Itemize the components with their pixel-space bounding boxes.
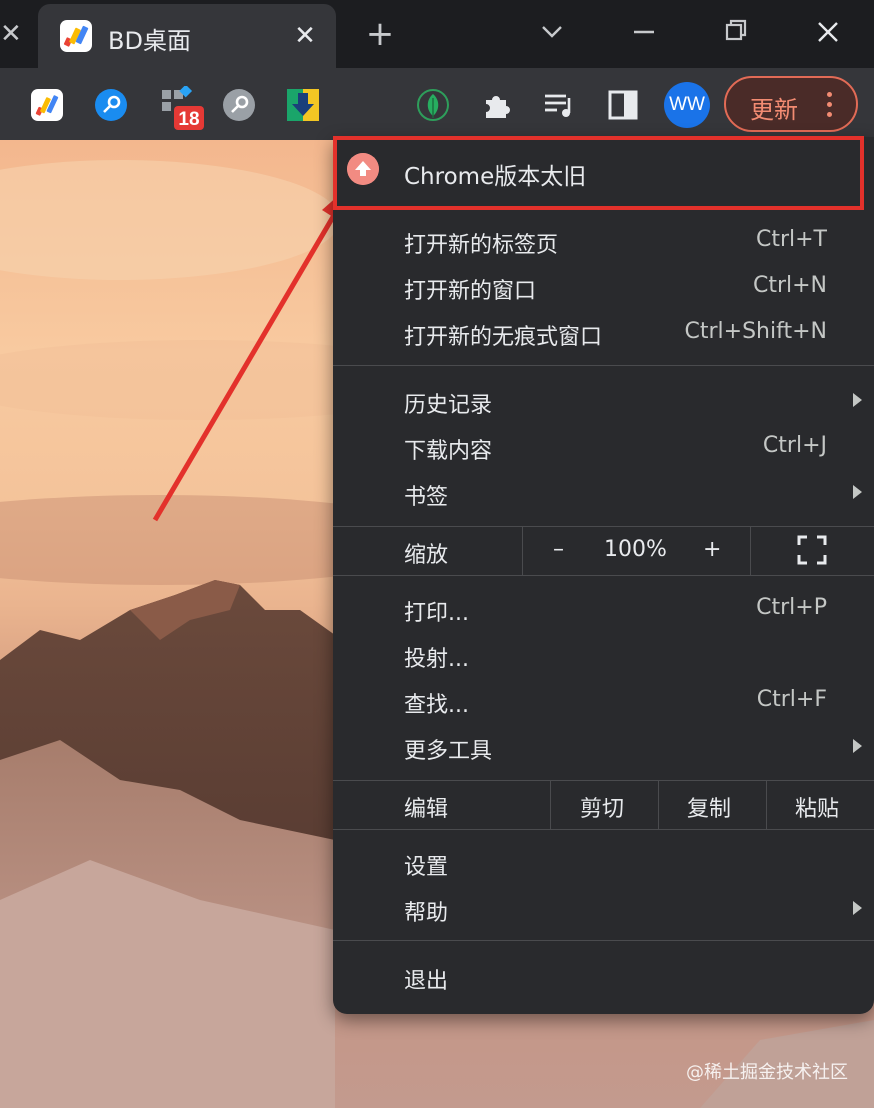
- menu-item-shortcut: Ctrl+Shift+N: [684, 319, 827, 344]
- submenu-arrow-icon: [853, 901, 862, 915]
- annotation-highlight-box: [333, 136, 864, 210]
- edit-divider: [766, 781, 767, 829]
- submenu-arrow-icon: [853, 485, 862, 499]
- menu-item-label: 打印...: [404, 601, 469, 626]
- zoom-out-button[interactable]: –: [553, 537, 564, 562]
- copy-button[interactable]: 复制: [687, 791, 731, 823]
- menu-item-downloads[interactable]: 下载内容 Ctrl+J: [333, 424, 874, 470]
- menu-item-new-window[interactable]: 打开新的窗口 Ctrl+N: [333, 264, 874, 310]
- chrome-menu: Chrome版本太旧 打开新的标签页 Ctrl+T 打开新的窗口 Ctrl+N …: [333, 137, 874, 1014]
- zoom-label: 缩放: [404, 543, 449, 568]
- menu-item-label: 更多工具: [404, 739, 493, 764]
- edit-row: 编辑 剪切 复制 粘贴: [333, 781, 874, 829]
- menu-item-exit[interactable]: 退出: [333, 954, 874, 1000]
- zoom-divider: [750, 527, 751, 575]
- menu-item-label: 帮助: [404, 901, 449, 926]
- menu-item-help[interactable]: 帮助: [333, 886, 874, 932]
- menu-item-label: 书签: [404, 485, 449, 510]
- zoom-level: 100%: [604, 537, 667, 562]
- menu-item-shortcut: Ctrl+F: [756, 687, 827, 712]
- edit-divider: [658, 781, 659, 829]
- menu-item-label: 查找...: [404, 693, 469, 718]
- menu-item-cast[interactable]: 投射...: [333, 632, 874, 678]
- menu-item-find[interactable]: 查找... Ctrl+F: [333, 678, 874, 724]
- menu-item-label: 打开新的标签页: [404, 233, 559, 258]
- menu-item-shortcut: Ctrl+J: [762, 433, 827, 458]
- edit-label: 编辑: [404, 797, 449, 822]
- menu-item-history[interactable]: 历史记录: [333, 378, 874, 424]
- fullscreen-icon[interactable]: [797, 535, 827, 565]
- paste-button[interactable]: 粘贴: [795, 791, 839, 823]
- menu-item-label: 下载内容: [404, 439, 493, 464]
- edit-divider: [550, 781, 551, 829]
- menu-item-label: 打开新的窗口: [404, 279, 537, 304]
- menu-item-bookmarks[interactable]: 书签: [333, 470, 874, 516]
- menu-item-more-tools[interactable]: 更多工具: [333, 724, 874, 770]
- menu-divider: [333, 575, 874, 576]
- menu-item-label: 设置: [404, 855, 449, 880]
- menu-item-label: 历史记录: [404, 393, 493, 418]
- menu-item-label: 投射...: [404, 647, 469, 672]
- menu-divider: [333, 365, 874, 366]
- menu-item-shortcut: Ctrl+T: [755, 227, 827, 252]
- menu-divider: [333, 829, 874, 830]
- menu-item-settings[interactable]: 设置: [333, 840, 874, 886]
- menu-item-label: 退出: [404, 969, 449, 994]
- cut-button[interactable]: 剪切: [580, 791, 624, 823]
- menu-divider: [333, 940, 874, 941]
- menu-item-print[interactable]: 打印... Ctrl+P: [333, 586, 874, 632]
- watermark: @稀土掘金技术社区: [686, 1062, 848, 1083]
- zoom-row: 缩放 – 100% +: [333, 527, 874, 575]
- menu-item-new-incognito-window[interactable]: 打开新的无痕式窗口 Ctrl+Shift+N: [333, 310, 874, 356]
- zoom-divider: [522, 527, 523, 575]
- zoom-in-button[interactable]: +: [703, 537, 721, 562]
- submenu-arrow-icon: [853, 739, 862, 753]
- submenu-arrow-icon: [853, 393, 862, 407]
- menu-item-label: 打开新的无痕式窗口: [404, 325, 603, 350]
- menu-item-new-tab[interactable]: 打开新的标签页 Ctrl+T: [333, 218, 874, 264]
- menu-item-shortcut: Ctrl+P: [756, 595, 827, 620]
- menu-item-shortcut: Ctrl+N: [752, 273, 827, 298]
